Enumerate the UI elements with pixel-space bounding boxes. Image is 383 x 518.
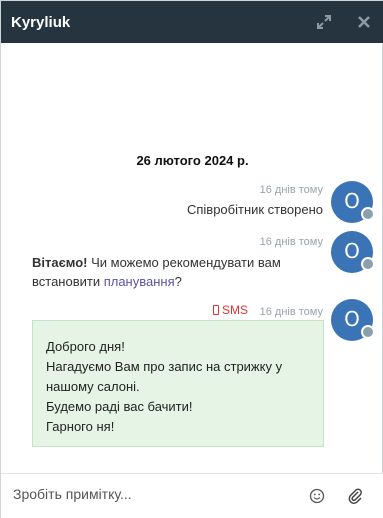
avatar: O <box>331 231 375 273</box>
paperclip-icon[interactable] <box>347 487 363 505</box>
message-time: 16 днів тому <box>259 236 323 248</box>
sms-channel-label: SMS <box>213 303 248 317</box>
message-time: 16 днів тому <box>259 184 323 196</box>
status-dot <box>361 257 375 271</box>
contact-name: Kyryliuk <box>11 14 71 31</box>
sms-label: SMS <box>222 303 249 317</box>
message-text: Вітаємо! Чи можемо рекомендувати вам вст… <box>32 253 317 291</box>
mobile-phone-icon <box>213 305 219 315</box>
avatar: O <box>331 299 375 341</box>
status-dot <box>361 207 375 221</box>
note-input[interactable] <box>13 486 283 502</box>
sms-message-bubble: Доброго дня! Нагадуємо Вам про запис на … <box>32 320 324 447</box>
message-greeting: Вітаємо! <box>32 255 88 270</box>
chatter-header: Kyryliuk <box>1 1 383 43</box>
chatter-window: Kyryliuk 26 лютого 2024 р. 16 днів тому … <box>0 0 383 518</box>
date-separator: 26 лютого 2024 р. <box>136 153 249 168</box>
avatar: O <box>331 181 375 223</box>
message-text: Співробітник створено <box>186 202 323 217</box>
close-icon[interactable] <box>355 13 373 31</box>
message-body-end: ? <box>174 274 182 289</box>
expand-icon[interactable] <box>315 13 333 31</box>
sms-line: Гарного ня! <box>46 419 115 434</box>
note-composer <box>1 473 383 518</box>
planning-link[interactable]: планування <box>104 274 175 289</box>
status-dot <box>361 325 375 339</box>
sms-line: Будемо раді вас бачити! <box>46 399 193 414</box>
sms-line: Нагадуємо Вам про запис на стрижку у наш… <box>46 359 283 394</box>
message-time: 16 днів тому <box>259 306 323 318</box>
smiley-icon[interactable] <box>309 488 325 504</box>
sms-line: Доброго дня! <box>46 339 125 354</box>
